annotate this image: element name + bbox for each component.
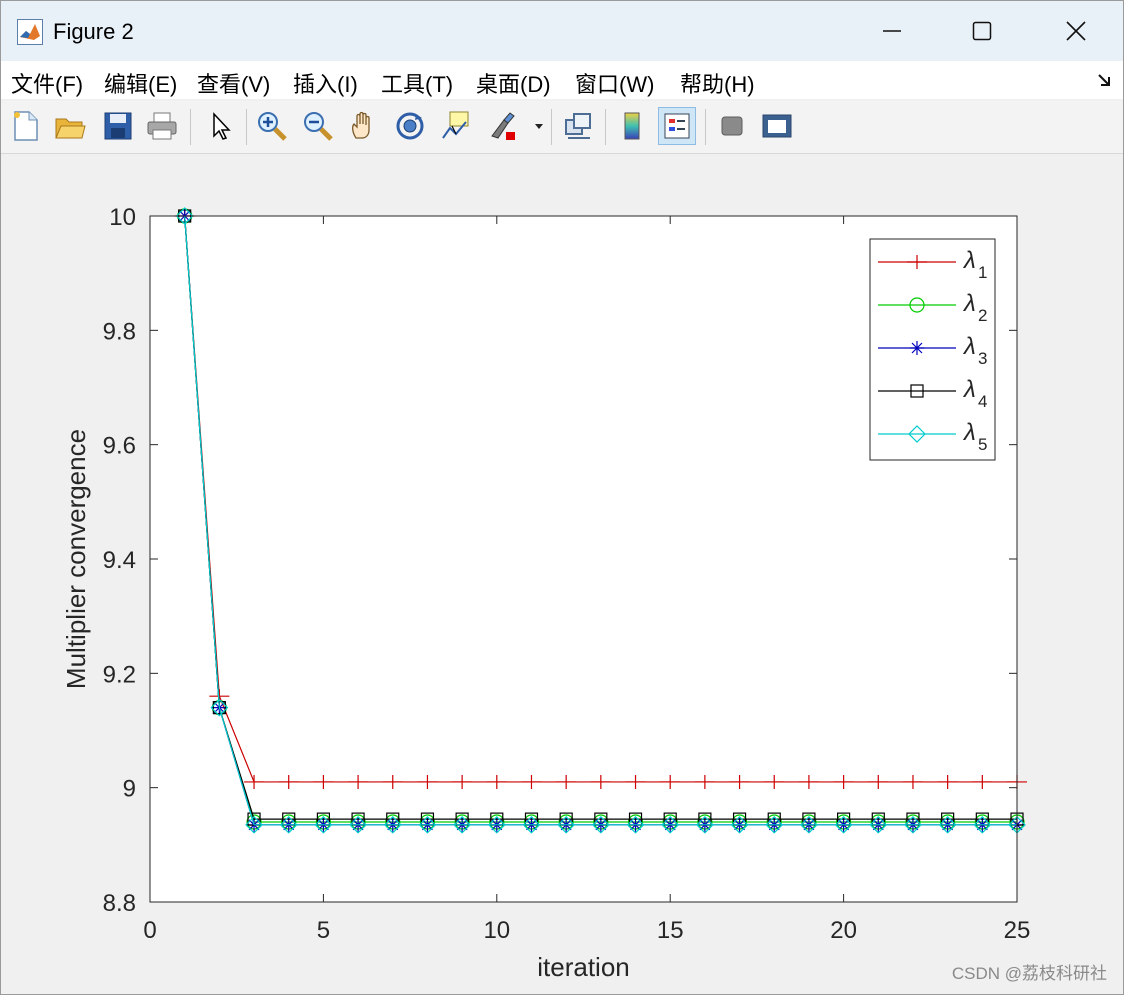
menu-help[interactable]: 帮助(H) [680,67,755,99]
window-title: Figure 2 [53,19,134,44]
hide-plot-tools-icon[interactable] [713,107,751,145]
y-tick-label: 9.6 [103,433,136,460]
close-button[interactable] [1031,1,1121,61]
menu-desktop[interactable]: 桌面(D) [476,67,551,99]
legend-box [869,238,996,461]
legend-icon[interactable] [658,107,696,145]
chevron-down-icon[interactable] [534,123,544,131]
menu-bar: 文件(F) 编辑(E) 查看(V) 插入(I) 工具(T) 桌面(D) 窗口(W… [1,61,1123,99]
y-tick-label: 9 [123,776,136,803]
y-axis-label: Multiplier convergence [61,429,91,689]
legend-subscript: 2 [978,306,987,325]
matlab-icon [17,19,43,45]
select-arrow-icon[interactable] [201,107,239,145]
x-tick-label: 10 [483,917,510,944]
brush-icon[interactable] [483,107,521,145]
x-tick-label: 25 [1004,917,1031,944]
dock-arrow-icon[interactable] [1097,71,1113,87]
menu-window[interactable]: 窗口(W) [575,67,654,99]
x-tick-label: 5 [317,917,330,944]
print-icon[interactable] [143,107,181,145]
figure-window: Figure 2 文件(F) 编辑(E) 查看(V) 插入(I) 工具(T) 桌… [0,0,1124,995]
data-cursor-icon[interactable] [437,107,475,145]
minimize-button[interactable] [847,1,937,61]
watermark: CSDN @荔枝科研社 [951,964,1107,983]
zoom-out-icon[interactable] [299,107,337,145]
x-tick-label: 20 [830,917,857,944]
zoom-in-icon[interactable] [253,107,291,145]
y-tick-label: 10 [109,204,136,231]
save-icon[interactable] [99,107,137,145]
toolbar [1,101,1123,154]
x-tick-label: 0 [143,917,156,944]
rotate-3d-icon[interactable] [391,107,429,145]
colorbar-icon[interactable] [613,107,651,145]
y-tick-label: 9.8 [103,318,136,345]
legend-subscript: 4 [978,392,987,411]
maximize-button[interactable] [937,1,1027,61]
pan-icon[interactable] [345,107,383,145]
legend: λ 1λ 2λ 3λ 4λ 5 [869,238,996,461]
y-tick-label: 9.2 [103,661,136,688]
menu-insert[interactable]: 插入(I) [293,67,358,99]
new-figure-icon[interactable] [7,107,45,145]
menu-tools[interactable]: 工具(T) [381,67,453,99]
title-bar: Figure 2 [1,1,1123,61]
show-plot-tools-icon[interactable] [758,107,796,145]
menu-edit[interactable]: 编辑(E) [104,67,177,99]
maximize-icon [972,21,992,41]
open-file-icon[interactable] [51,107,89,145]
legend-label: λ [962,419,976,446]
legend-label: λ [962,247,976,274]
menu-view[interactable]: 查看(V) [197,67,270,99]
close-icon [1066,21,1086,41]
legend-subscript: 3 [978,349,987,368]
legend-label: λ [962,290,976,317]
legend-subscript: 5 [978,435,987,454]
chart: 0 5 10 15 20 258.899.29.49.69.810iterationMul… [61,204,1031,982]
legend-label: λ [962,333,976,360]
x-tick-label: 15 [657,917,684,944]
minimize-icon [883,30,901,32]
legend-label: λ [962,376,976,403]
x-axis-label: iteration [537,952,630,982]
legend-marker [910,341,924,355]
legend-subscript: 1 [978,263,987,282]
link-plot-icon[interactable] [559,107,597,145]
y-tick-label: 8.8 [103,890,136,917]
y-tick-label: 9.4 [103,547,136,574]
menu-file[interactable]: 文件(F) [11,67,83,99]
